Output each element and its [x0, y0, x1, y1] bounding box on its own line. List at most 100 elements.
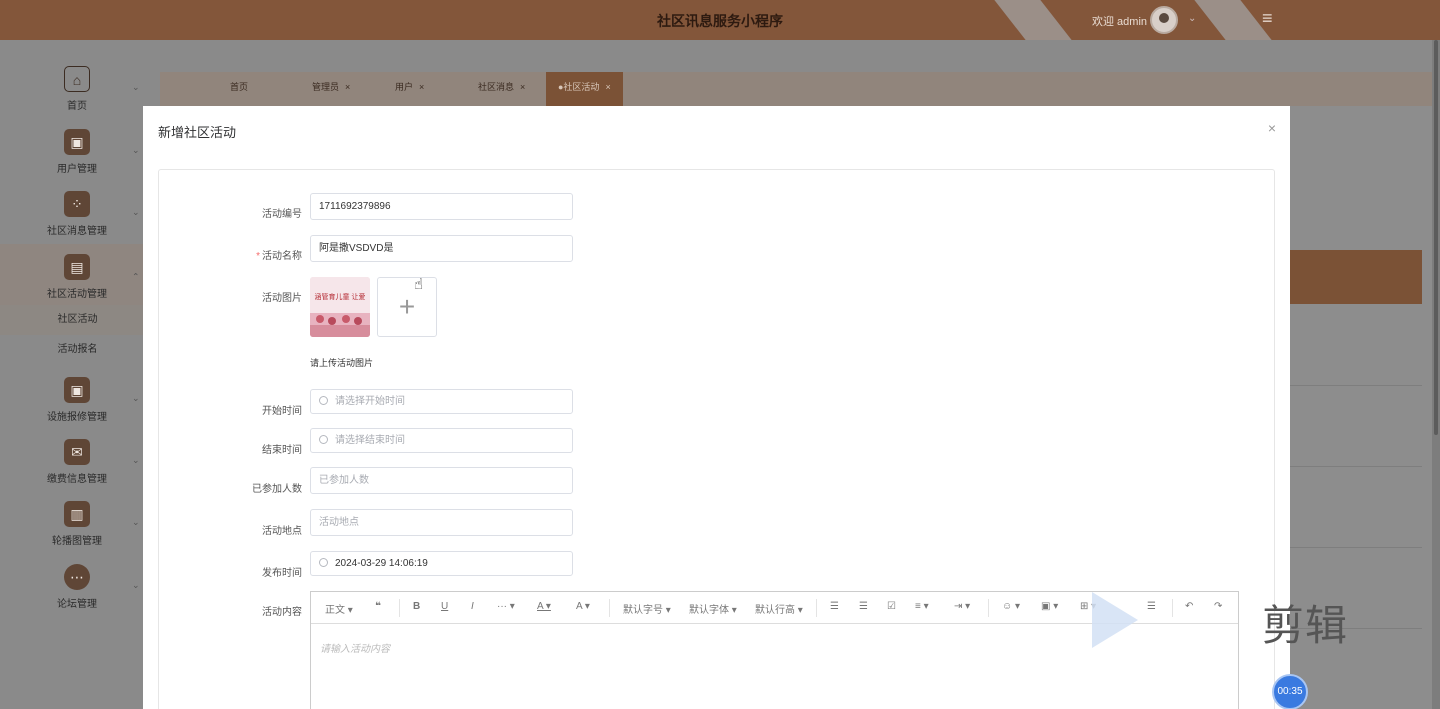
sidebar-item-label: 缴费信息管理	[47, 474, 107, 485]
close-icon[interactable]: ×	[605, 82, 610, 92]
sidebar-subitem-signup[interactable]: 活动报名	[0, 335, 143, 365]
tab-label: 管理员	[312, 82, 340, 92]
forum-icon: ⋯	[64, 564, 90, 590]
sidebar-item-home[interactable]: ⌂ 首页 ⌄	[0, 56, 143, 118]
start-time-placeholder: 请选择开始时间	[335, 396, 405, 407]
clock-icon	[319, 396, 328, 405]
toolbar-divider	[399, 599, 400, 617]
table-row	[1290, 385, 1422, 386]
publish-time-picker[interactable]: 2024-03-29 14:06:19	[310, 551, 573, 576]
bullet-list-button[interactable]: ☰	[830, 601, 839, 612]
watermark-text: 剪辑	[1262, 602, 1349, 649]
more-format-button[interactable]: ··· ▾	[497, 601, 515, 612]
tab-messages[interactable]: 社区消息 ×	[478, 72, 525, 106]
tab-admin[interactable]: 管理员 ×	[312, 72, 350, 106]
tab-activities[interactable]: ●社区活动 ×	[546, 72, 623, 106]
tab-label: ●社区活动	[558, 82, 600, 92]
upload-tip: 请上传活动图片	[310, 358, 374, 368]
user-dropdown-icon[interactable]: ⌄	[1188, 13, 1196, 24]
code-label: 活动编号	[262, 209, 302, 220]
tabs-bar: 首页 管理员 × 用户 × 社区消息 × ●社区活动 ×	[160, 72, 1440, 106]
code-field[interactable]: 1711692379896	[310, 193, 573, 220]
sidebar-item-forum[interactable]: ⋯ 论坛管理 ⌄	[0, 554, 143, 616]
place-field[interactable]: 活动地点	[310, 509, 573, 536]
toolbar-divider	[988, 599, 989, 617]
sidebar-subitem-activity[interactable]: 社区活动	[0, 305, 143, 335]
tab-home[interactable]: 首页	[230, 72, 248, 106]
avatar[interactable]	[1150, 6, 1178, 34]
sidebar-item-label: 社区活动管理	[47, 289, 107, 300]
line-height-select[interactable]: 默认行高 ▾	[755, 601, 803, 616]
underline-button[interactable]: U	[441, 601, 448, 612]
table-row	[1290, 466, 1422, 467]
scrollbar[interactable]	[1432, 40, 1440, 709]
bg-color-button[interactable]: A ▾	[576, 601, 590, 612]
chevron-down-icon: ⌄	[132, 393, 140, 403]
sidebar-item-repairs[interactable]: ▣ 设施报修管理 ⌄	[0, 367, 143, 429]
sidebar-item-activities[interactable]: ▤ 社区活动管理 ⌄	[0, 244, 143, 306]
start-time-label: 开始时间	[262, 406, 302, 417]
end-time-label: 结束时间	[262, 445, 302, 456]
hand-cursor-icon: ☝	[414, 276, 424, 293]
end-time-picker[interactable]: 请选择结束时间	[310, 428, 573, 453]
home-icon: ⌂	[64, 66, 90, 92]
start-time-picker[interactable]: 请选择开始时间	[310, 389, 573, 414]
publish-time-label: 发布时间	[262, 568, 302, 579]
emoji-button[interactable]: ☺ ▾	[1002, 601, 1020, 612]
quote-button[interactable]: ❝	[375, 601, 381, 612]
tab-users[interactable]: 用户 ×	[395, 72, 424, 106]
font-size-select[interactable]: 默认字号 ▾	[623, 601, 671, 616]
chevron-down-icon: ⌄	[132, 580, 140, 590]
align-button[interactable]: ≡ ▾	[915, 601, 929, 612]
undo-button[interactable]: ↶	[1185, 601, 1193, 612]
content-label: 活动内容	[262, 607, 302, 618]
redo-button[interactable]: ↷	[1214, 601, 1222, 612]
image-label: 活动图片	[262, 293, 302, 304]
sidebar-item-carousel[interactable]: ▥ 轮播图管理 ⌄	[0, 491, 143, 553]
name-field[interactable]: 阿是撒VSDVD是	[310, 235, 573, 262]
sidebar-item-messages[interactable]: ⁘ 社区消息管理 ⌄	[0, 181, 143, 243]
sidebar-item-label: 首页	[67, 101, 87, 112]
sidebar: ⌂ 首页 ⌄ ▣ 用户管理 ⌄ ⁘ 社区消息管理 ⌄ ▤ 社区活动管理 ⌄ 社区…	[0, 40, 143, 709]
uploaded-image-thumbnail[interactable]: 涵管育儿童 让爱	[310, 277, 370, 337]
chevron-down-icon: ⌄	[132, 517, 140, 527]
numbered-list-button[interactable]: ☰	[859, 601, 868, 612]
upload-add-button[interactable]: +	[377, 277, 437, 337]
required-mark: *	[256, 251, 260, 262]
menu-icon[interactable]: ≡	[1262, 8, 1273, 29]
todo-button[interactable]: ☑	[887, 601, 896, 612]
joined-count-field[interactable]: 已参加人数	[310, 467, 573, 494]
carousel-icon: ▥	[64, 501, 90, 527]
table-row	[1290, 547, 1422, 548]
sidebar-item-label: 设施报修管理	[47, 412, 107, 423]
tab-label: 用户	[395, 82, 414, 92]
top-bar: 社区讯息服务小程序 欢迎 admin ⌄ ≡	[0, 0, 1440, 40]
user-manage-icon: ▣	[64, 129, 90, 155]
repair-icon: ▣	[64, 377, 90, 403]
indent-button[interactable]: ⇥ ▾	[954, 601, 970, 612]
italic-button[interactable]: I	[471, 601, 474, 612]
publish-time-value: 2024-03-29 14:06:19	[335, 558, 428, 569]
font-family-select[interactable]: 默认字体 ▾	[689, 601, 737, 616]
font-color-button[interactable]: A ▾	[537, 601, 551, 612]
name-label-text: 活动名称	[262, 251, 302, 262]
sidebar-item-label: 用户管理	[57, 164, 97, 175]
welcome-text: 欢迎 admin	[1092, 16, 1148, 28]
close-icon[interactable]: ×	[520, 82, 525, 92]
sidebar-item-payments[interactable]: ✉ 缴费信息管理 ⌄	[0, 429, 143, 491]
chevron-down-icon: ⌄	[132, 82, 140, 92]
bold-button[interactable]: B	[413, 601, 420, 612]
scrollbar-thumb[interactable]	[1434, 40, 1438, 435]
close-icon[interactable]: ×	[419, 82, 424, 92]
close-icon[interactable]: ×	[345, 82, 350, 92]
divider-button[interactable]: ☰	[1147, 601, 1156, 612]
name-label: * 活动名称	[159, 247, 302, 262]
chevron-down-icon: ⌄	[132, 455, 140, 465]
sidebar-item-users[interactable]: ▣ 用户管理 ⌄	[0, 119, 143, 181]
sidebar-item-label: 论坛管理	[57, 599, 97, 610]
close-icon[interactable]: ×	[1268, 120, 1276, 136]
recording-timer[interactable]: 00:35	[1272, 674, 1308, 709]
chevron-up-icon: ⌄	[132, 271, 140, 281]
paragraph-select[interactable]: 正文 ▾	[325, 601, 353, 616]
image-button[interactable]: ▣ ▾	[1041, 601, 1058, 612]
